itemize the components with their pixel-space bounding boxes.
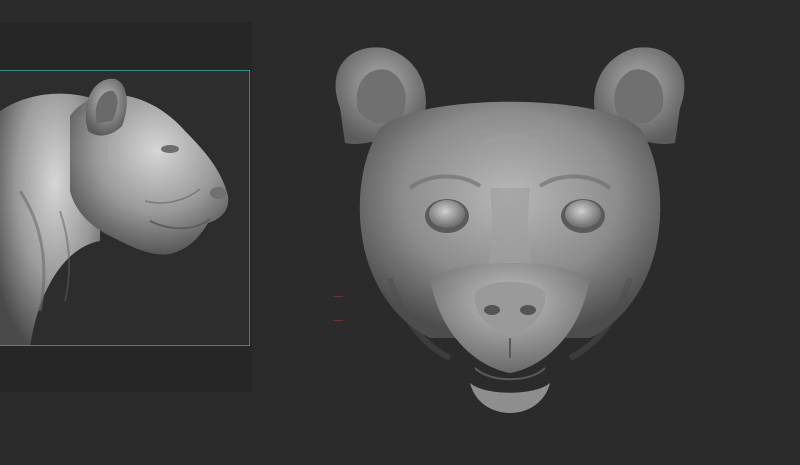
chin	[470, 383, 550, 413]
reference-image-frame[interactable]	[0, 70, 250, 346]
marker-line	[333, 296, 343, 297]
side-profile-sculpt-image	[0, 78, 229, 345]
right-eye	[565, 200, 601, 228]
left-eye	[429, 200, 465, 228]
lioness-head-sculpt[interactable]	[310, 38, 710, 438]
sculpt-viewport[interactable]	[0, 0, 800, 465]
marker-line	[333, 320, 343, 321]
